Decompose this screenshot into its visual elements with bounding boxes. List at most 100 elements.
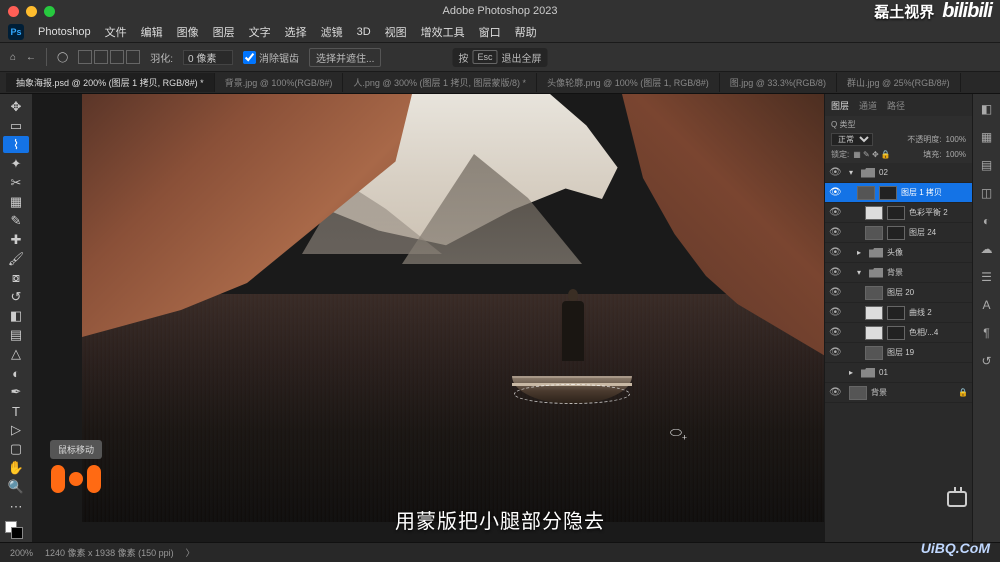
paragraph-panel-icon[interactable]: ¶ xyxy=(978,324,996,342)
brush-tool-icon[interactable]: 🖌 xyxy=(3,250,29,267)
visibility-toggle-icon[interactable]: 👁 xyxy=(829,227,841,238)
tab-mountains[interactable]: 群山.jpg @ 25%(RGB/8#) xyxy=(837,73,961,92)
healing-tool-icon[interactable]: ✚ xyxy=(3,231,29,248)
lock-icons[interactable]: ▦ ✎ ✥ 🔒 xyxy=(853,150,891,159)
history-panel-icon[interactable]: ↺ xyxy=(978,352,996,370)
layer-mask-thumbnail[interactable] xyxy=(887,306,905,320)
move-tool-icon[interactable]: ✥ xyxy=(3,98,29,115)
tab-layers[interactable]: 图层 xyxy=(831,99,849,112)
tab-silhouette[interactable]: 头像轮廓.png @ 100% (图层 1, RGB/8#) xyxy=(537,73,720,92)
layer-thumbnail[interactable] xyxy=(865,346,883,360)
crop-tool-icon[interactable]: ✂ xyxy=(3,174,29,191)
tab-channels[interactable]: 通道 xyxy=(859,99,877,112)
feather-input[interactable] xyxy=(183,50,233,65)
menu-plugins[interactable]: 增效工具 xyxy=(421,24,465,40)
canvas[interactable]: ⬭₊ xyxy=(32,94,824,542)
gradient-tool-icon[interactable]: ▤ xyxy=(3,327,29,344)
visibility-toggle-icon[interactable]: 👁 xyxy=(829,187,841,198)
layer-name-label[interactable]: 图层 24 xyxy=(909,227,936,238)
layer-name-label[interactable]: 背景 xyxy=(871,387,887,398)
shape-tool-icon[interactable]: ▢ xyxy=(3,441,29,458)
layer-kind-filter[interactable]: Q 类型 xyxy=(831,119,855,130)
home-icon[interactable]: ⌂ xyxy=(10,52,16,63)
properties-panel-icon[interactable]: ☰ xyxy=(978,268,996,286)
menu-layer[interactable]: 图层 xyxy=(213,24,235,40)
color-panel-icon[interactable]: ◧ xyxy=(978,100,996,118)
visibility-toggle-icon[interactable]: 👁 xyxy=(829,267,841,278)
layer-row[interactable]: 👁 图层 19 xyxy=(825,343,972,363)
tab-paths[interactable]: 路径 xyxy=(887,99,905,112)
menu-file[interactable]: 文件 xyxy=(105,24,127,40)
back-icon[interactable]: ← xyxy=(26,52,36,63)
visibility-toggle-icon[interactable]: 👁 xyxy=(829,327,841,338)
visibility-toggle-icon[interactable]: 👁 xyxy=(829,207,841,218)
swatches-panel-icon[interactable]: ▦ xyxy=(978,128,996,146)
tab-person[interactable]: 人.png @ 300% (图层 1 拷贝, 图层蒙版/8) * xyxy=(343,73,537,92)
select-and-mask-button[interactable]: 选择并遮住... xyxy=(309,48,381,67)
zoom-tool-icon[interactable]: 🔍 xyxy=(3,479,29,496)
visibility-toggle-icon[interactable]: 👁 xyxy=(829,307,841,318)
fill-value[interactable]: 100% xyxy=(946,150,966,159)
layer-name-label[interactable]: 色相/...4 xyxy=(909,327,938,338)
menu-3d[interactable]: 3D xyxy=(357,26,371,38)
edit-toolbar-icon[interactable]: ⋯ xyxy=(3,498,29,515)
layer-thumbnail[interactable] xyxy=(865,206,883,220)
layer-thumbnail[interactable] xyxy=(865,306,883,320)
eraser-tool-icon[interactable]: ◧ xyxy=(3,308,29,325)
layer-row[interactable]: 👁 曲线 2 xyxy=(825,303,972,323)
minimize-window-icon[interactable] xyxy=(26,6,37,17)
folder-arrow-icon[interactable]: ▸ xyxy=(857,248,865,257)
wand-tool-icon[interactable]: ✦ xyxy=(3,155,29,172)
character-panel-icon[interactable]: A xyxy=(978,296,996,314)
folder-arrow-icon[interactable]: ▾ xyxy=(849,168,857,177)
layer-name-label[interactable]: 背景 xyxy=(887,267,903,278)
menu-view[interactable]: 视图 xyxy=(385,24,407,40)
antialias-checkbox[interactable]: 消除锯齿 xyxy=(243,50,299,65)
adjustments-panel-icon[interactable]: ◐ xyxy=(978,212,996,230)
blend-mode-select[interactable]: 正常 xyxy=(831,133,873,146)
layer-mask-thumbnail[interactable] xyxy=(887,226,905,240)
layer-thumbnail[interactable] xyxy=(857,186,875,200)
layer-thumbnail[interactable] xyxy=(865,226,883,240)
path-select-icon[interactable]: ▷ xyxy=(3,422,29,439)
layer-row[interactable]: ▸01 xyxy=(825,363,972,383)
hand-tool-icon[interactable]: ✋ xyxy=(3,460,29,477)
blur-tool-icon[interactable]: △ xyxy=(3,346,29,363)
window-controls[interactable] xyxy=(8,6,55,17)
marquee-tool-icon[interactable]: ▭ xyxy=(3,117,29,134)
visibility-toggle-icon[interactable]: 👁 xyxy=(829,347,841,358)
menu-help[interactable]: 帮助 xyxy=(515,24,537,40)
layer-name-label[interactable]: 头像 xyxy=(887,247,903,258)
visibility-toggle-icon[interactable]: 👁 xyxy=(829,167,841,178)
patterns-panel-icon[interactable]: ◫ xyxy=(978,184,996,202)
stamp-tool-icon[interactable]: ⧇ xyxy=(3,269,29,286)
layer-row[interactable]: 👁图层 20 xyxy=(825,283,972,303)
selection-mode-buttons[interactable] xyxy=(78,50,140,64)
menu-type[interactable]: 文字 xyxy=(249,24,271,40)
layer-mask-thumbnail[interactable] xyxy=(879,186,897,200)
layer-row[interactable]: 👁 色相/...4 xyxy=(825,323,972,343)
layer-thumbnail[interactable] xyxy=(865,326,883,340)
folder-arrow-icon[interactable]: ▸ xyxy=(849,368,857,377)
close-window-icon[interactable] xyxy=(8,6,19,17)
menu-edit[interactable]: 编辑 xyxy=(141,24,163,40)
folder-arrow-icon[interactable]: ▾ xyxy=(857,268,865,277)
visibility-toggle-icon[interactable]: 👁 xyxy=(829,247,841,258)
eyedropper-tool-icon[interactable]: ✎ xyxy=(3,212,29,229)
menu-window[interactable]: 窗口 xyxy=(479,24,501,40)
libraries-panel-icon[interactable]: ☁ xyxy=(978,240,996,258)
zoom-level[interactable]: 200% xyxy=(10,548,33,558)
menu-select[interactable]: 选择 xyxy=(285,24,307,40)
pen-tool-icon[interactable]: ✒ xyxy=(3,384,29,401)
layer-name-label[interactable]: 曲线 2 xyxy=(909,307,932,318)
visibility-toggle-icon[interactable]: 👁 xyxy=(829,287,841,298)
gradients-panel-icon[interactable]: ▤ xyxy=(978,156,996,174)
layer-row[interactable]: 👁▾02 xyxy=(825,163,972,183)
tab-background[interactable]: 背景.jpg @ 100%(RGB/8#) xyxy=(215,73,344,92)
layer-thumbnail[interactable] xyxy=(865,286,883,300)
lasso-mode-icon[interactable]: ◯ xyxy=(57,52,68,63)
layer-name-label[interactable]: 图层 19 xyxy=(887,347,914,358)
layer-row[interactable]: 👁色彩平衡 2 xyxy=(825,203,972,223)
status-chevron-icon[interactable]: 〉 xyxy=(186,546,195,559)
frame-tool-icon[interactable]: ▦ xyxy=(3,193,29,210)
